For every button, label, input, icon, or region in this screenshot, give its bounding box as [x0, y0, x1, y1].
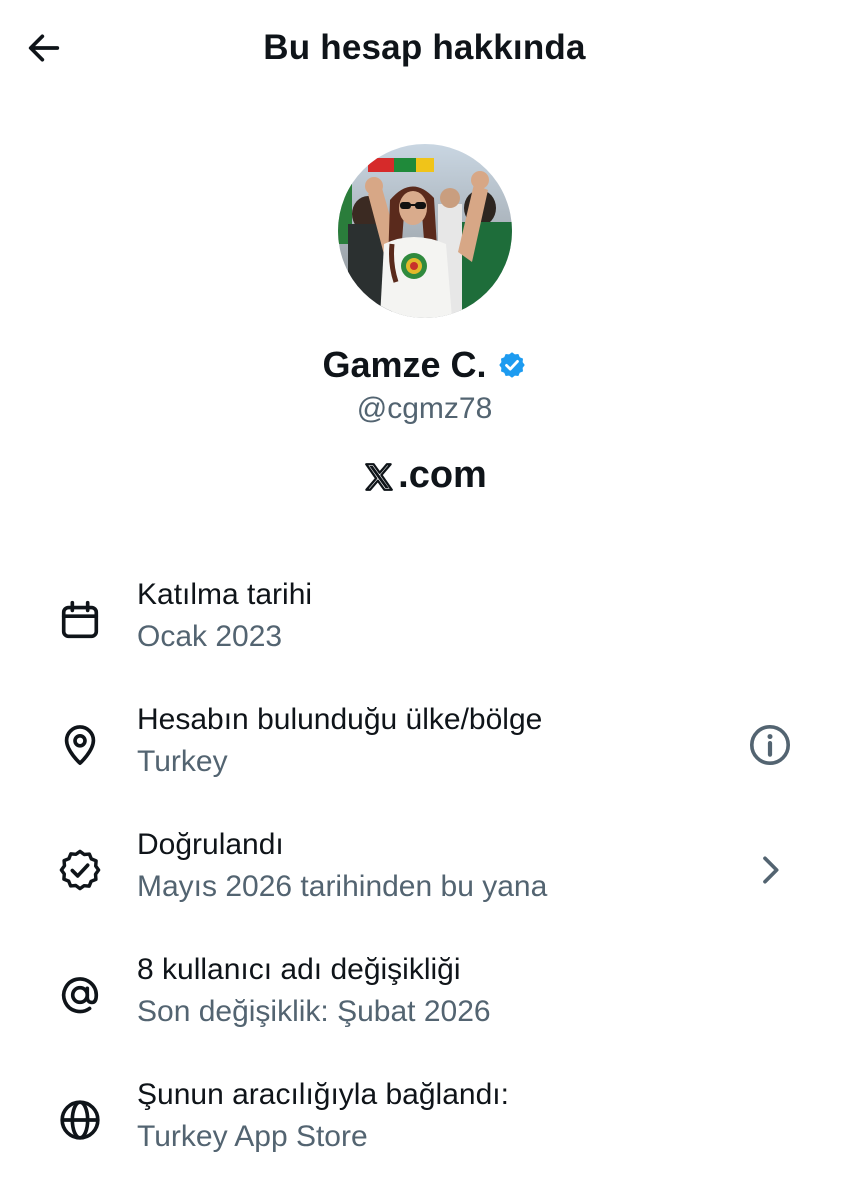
detail-title: Katılma tarihi: [137, 578, 313, 611]
profile-name-row: Gamze C.: [0, 344, 849, 386]
chevron-right-icon[interactable]: [746, 846, 794, 894]
avatar[interactable]: [338, 144, 512, 318]
username-handle: @cgmz78: [356, 392, 493, 425]
detail-username-changes: 8 kullanıcı adı değişikliği Son değişikl…: [0, 945, 849, 1070]
detail-title: 8 kullanıcı adı değişikliği: [137, 953, 461, 986]
info-icon[interactable]: [746, 721, 794, 769]
display-name: Gamze C.: [322, 344, 487, 385]
detail-value: Ocak 2023: [137, 620, 283, 653]
page-title: Bu hesap hakkında: [263, 28, 586, 67]
platform-domain: .com: [398, 454, 487, 496]
detail-title: Hesabın bulunduğu ülke/bölge: [137, 703, 543, 736]
platform-label: .com: [0, 454, 849, 497]
detail-account-location: Hesabın bulunduğu ülke/bölge Turkey: [0, 695, 849, 820]
verified-badge-icon[interactable]: [497, 350, 527, 380]
detail-title: Doğrulandı: [137, 828, 284, 861]
detail-verified[interactable]: Doğrulandı Mayıs 2026 tarihinden bu yana: [0, 820, 849, 945]
detail-join-date: Katılma tarihi Ocak 2023: [0, 570, 849, 695]
calendar-icon: [56, 596, 104, 644]
avatar-photo: [338, 144, 512, 318]
x-logo-icon: [362, 460, 396, 494]
globe-icon: [56, 1096, 104, 1144]
detail-value: Son değişiklik: Şubat 2026: [137, 995, 491, 1028]
account-details-list: Katılma tarihi Ocak 2023 Hesabın bulundu…: [0, 570, 849, 1195]
detail-value: Turkey App Store: [137, 1120, 368, 1153]
detail-connected-via: Şunun aracılığıyla bağlandı: Turkey App …: [0, 1070, 849, 1195]
location-pin-icon: [56, 721, 104, 769]
detail-value: Turkey: [137, 745, 228, 778]
detail-value: Mayıs 2026 tarihinden bu yana: [137, 870, 548, 903]
detail-title: Şunun aracılığıyla bağlandı:: [137, 1078, 509, 1111]
verified-badge-outline-icon: [56, 846, 104, 894]
at-sign-icon: [56, 971, 104, 1019]
